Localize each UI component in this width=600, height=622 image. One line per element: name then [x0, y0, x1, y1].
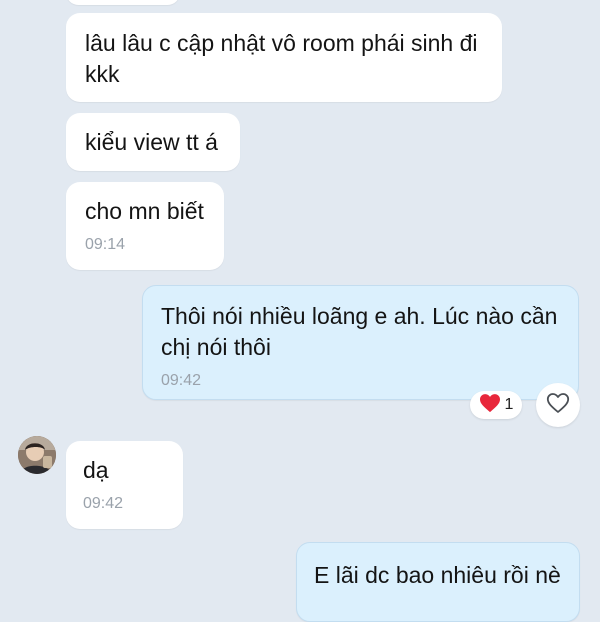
message-bubble-incoming[interactable]: cho mn biết 09:14: [66, 182, 224, 270]
reaction-badge[interactable]: 1: [470, 391, 522, 419]
message-timestamp: 09:14: [85, 236, 126, 253]
message-text: E lãi dc bao nhiêu rồi nè: [314, 562, 561, 588]
message-bubble-outgoing[interactable]: E lãi dc bao nhiêu rồi nè: [296, 542, 580, 622]
avatar[interactable]: [18, 436, 56, 474]
reaction-count: 1: [504, 396, 514, 413]
heart-outline-icon: [546, 392, 570, 419]
message-bubble-incoming[interactable]: lâu lâu c cập nhật vô room phái sinh đi …: [66, 13, 502, 102]
message-text: kiểu view tt á: [85, 129, 218, 155]
message-text: lâu lâu c cập nhật vô room phái sinh đi …: [85, 30, 478, 87]
heart-icon: [479, 393, 501, 418]
message-text: cho mn biết: [85, 198, 204, 224]
message-bubble-partial[interactable]: [66, 0, 180, 5]
react-button[interactable]: [536, 383, 580, 427]
message-timestamp: 09:42: [161, 372, 202, 389]
message-bubble-incoming[interactable]: kiểu view tt á: [66, 113, 240, 171]
message-text: Thôi nói nhiều loãng e ah. Lúc nào cần c…: [161, 303, 558, 360]
message-text: dạ: [83, 457, 109, 483]
message-bubble-incoming[interactable]: dạ 09:42: [66, 441, 183, 529]
chat-thread: lâu lâu c cập nhật vô room phái sinh đi …: [0, 0, 600, 622]
message-bubble-outgoing[interactable]: Thôi nói nhiều loãng e ah. Lúc nào cần c…: [142, 285, 579, 400]
message-timestamp: 09:42: [83, 495, 124, 512]
